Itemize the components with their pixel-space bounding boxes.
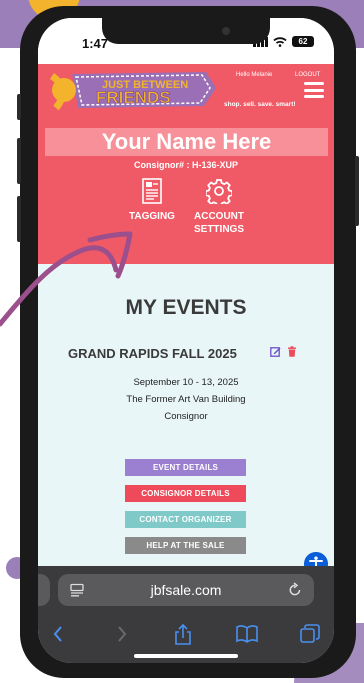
annotation-arrow bbox=[0, 231, 133, 327]
phone-notch bbox=[102, 18, 270, 44]
